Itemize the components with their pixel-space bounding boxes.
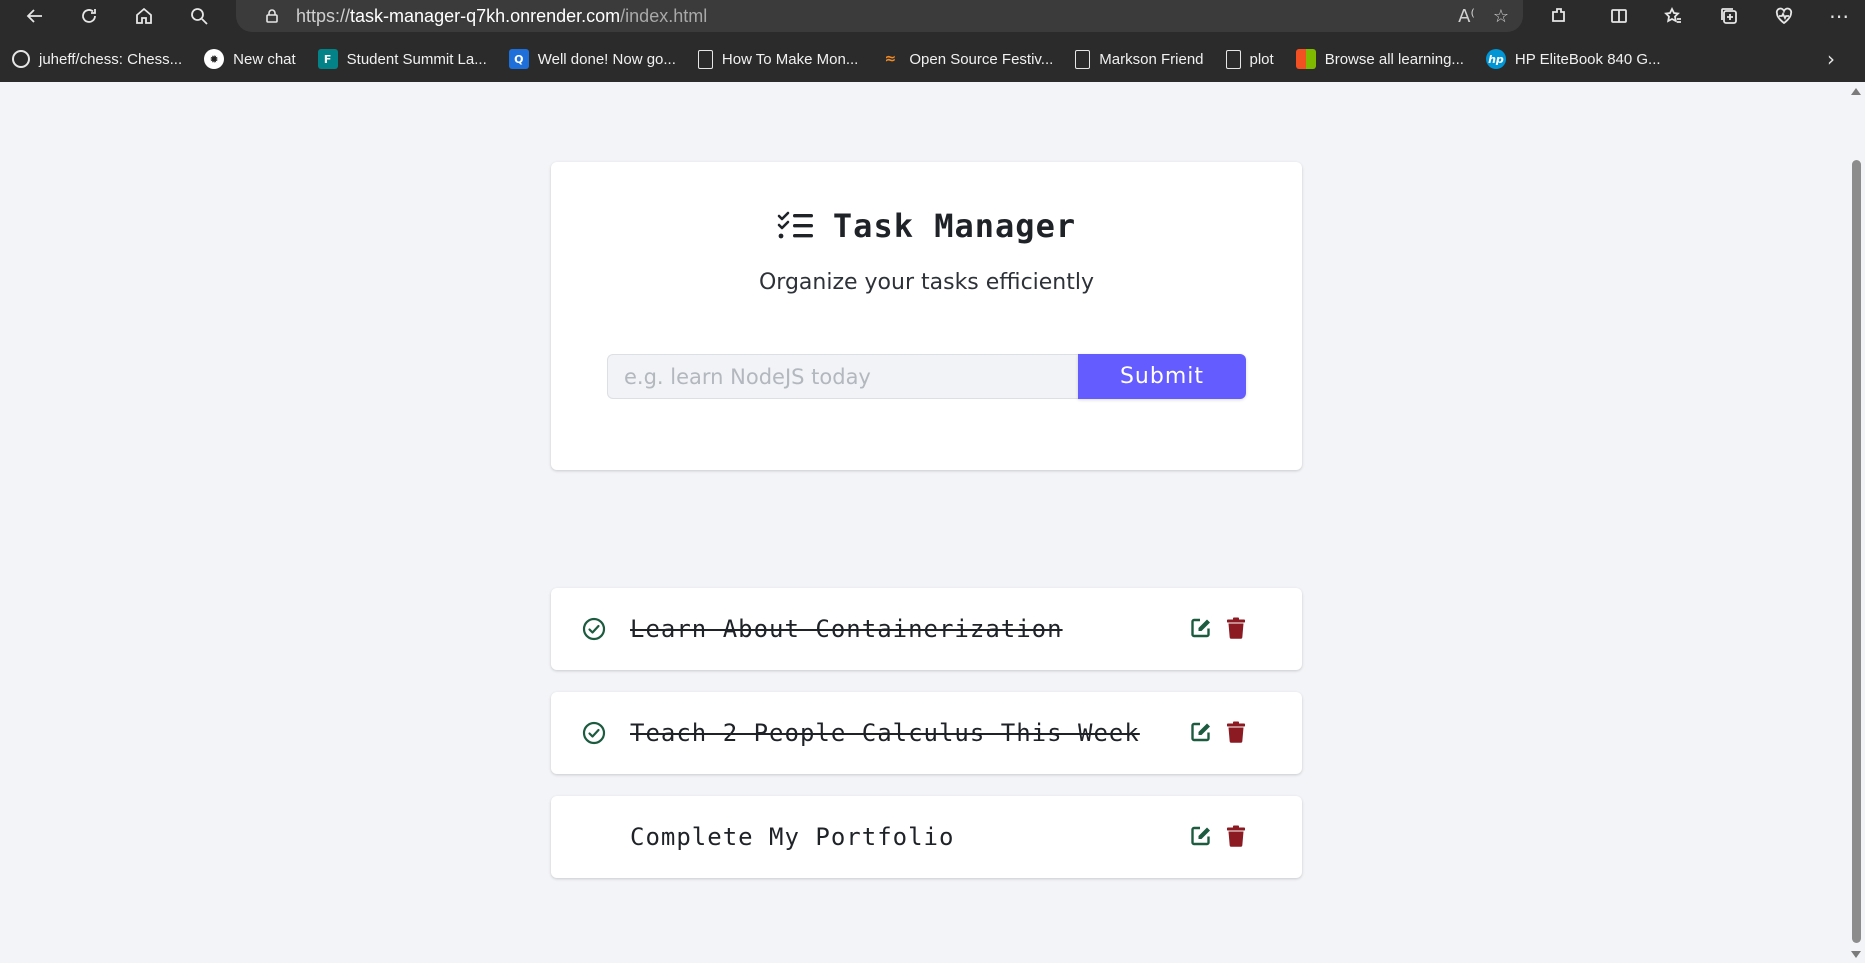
chevron-right-icon[interactable]: › bbox=[1827, 44, 1835, 74]
bookmark-label: Open Source Festiv... bbox=[909, 50, 1054, 68]
back-arrow-icon[interactable] bbox=[19, 0, 51, 32]
bookmark-label: plot bbox=[1249, 50, 1274, 68]
bookmark-label: Markson Friend bbox=[1099, 50, 1204, 68]
forms-icon: F bbox=[317, 49, 338, 69]
bookmark-label: Well done! Now go... bbox=[537, 50, 676, 68]
read-aloud-icon[interactable]: A⁽ bbox=[1458, 6, 1475, 27]
hp-icon: hp bbox=[1485, 49, 1506, 69]
url-scheme: https:// bbox=[296, 5, 351, 26]
submit-button[interactable]: Submit bbox=[1078, 354, 1246, 399]
task-input[interactable] bbox=[607, 354, 1079, 399]
bookmark-item[interactable]: F Student Summit La... bbox=[317, 44, 487, 74]
refresh-icon[interactable] bbox=[73, 0, 105, 32]
quiz-icon: Q bbox=[508, 49, 529, 69]
url-text[interactable]: https://task-manager-q7kh.onrender.com/i… bbox=[296, 6, 707, 27]
bookmark-item[interactable]: ≈ Open Source Festiv... bbox=[880, 44, 1053, 74]
bookmark-item[interactable]: How To Make Mon... bbox=[697, 44, 859, 74]
page-viewport: Task Manager Organize your tasks efficie… bbox=[6, 82, 1847, 963]
browser-essentials-icon[interactable] bbox=[1768, 0, 1800, 32]
edit-button[interactable] bbox=[1190, 721, 1212, 743]
edit-icon bbox=[1191, 826, 1210, 846]
more-menu-icon[interactable]: ⋯ bbox=[1823, 0, 1855, 32]
bookmark-item[interactable]: Markson Friend bbox=[1075, 44, 1204, 74]
delete-button[interactable] bbox=[1226, 617, 1246, 639]
edit-button[interactable] bbox=[1190, 617, 1212, 639]
vertical-scrollbar[interactable] bbox=[1847, 82, 1865, 963]
check-circle-icon[interactable] bbox=[582, 721, 606, 745]
edit-icon bbox=[1191, 618, 1210, 638]
edit-button[interactable] bbox=[1190, 825, 1212, 847]
page-icon bbox=[1225, 49, 1241, 69]
title-row: Task Manager bbox=[551, 206, 1302, 246]
url-path: /index.html bbox=[620, 5, 708, 26]
trash-icon bbox=[1227, 825, 1245, 847]
bookmark-item[interactable]: ✹ New chat bbox=[204, 44, 296, 74]
browser-toolbar: https://task-manager-q7kh.onrender.com/i… bbox=[0, 0, 1865, 32]
bookmark-label: New chat bbox=[233, 50, 296, 68]
bookmarks-bar: juheff/chess: Chess... ✹ New chat F Stud… bbox=[0, 44, 1865, 74]
edit-icon bbox=[1191, 722, 1210, 742]
page-icon bbox=[697, 49, 713, 69]
page-icon bbox=[1075, 49, 1091, 69]
openai-icon: ✹ bbox=[204, 49, 225, 69]
osf-icon: ≈ bbox=[884, 51, 897, 67]
scrollbar-thumb[interactable] bbox=[1852, 160, 1861, 943]
lock-icon[interactable] bbox=[256, 0, 288, 32]
bookmark-item[interactable]: Q Well done! Now go... bbox=[508, 44, 676, 74]
bookmark-label: juheff/chess: Chess... bbox=[39, 50, 183, 68]
home-icon[interactable] bbox=[128, 0, 160, 32]
trash-icon bbox=[1227, 721, 1245, 743]
task-name: Teach 2 People Calculus This Week bbox=[630, 719, 1140, 747]
bookmark-label: Browse all learning... bbox=[1324, 50, 1464, 68]
url-host: task-manager-q7kh.onrender.com bbox=[350, 5, 621, 26]
favorite-star-icon[interactable]: ☆ bbox=[1493, 6, 1509, 27]
page-title: Task Manager bbox=[832, 207, 1077, 245]
check-circle-icon[interactable] bbox=[582, 617, 606, 641]
task-item: Learn About Containerization bbox=[551, 588, 1302, 670]
bookmark-item[interactable]: Browse all learning... bbox=[1295, 44, 1464, 74]
checklist-icon bbox=[777, 211, 813, 239]
task-name: Complete My Portfolio bbox=[630, 823, 955, 851]
bookmark-label: Student Summit La... bbox=[346, 50, 487, 68]
bookmark-label: HP EliteBook 840 G... bbox=[1514, 50, 1661, 68]
search-icon[interactable] bbox=[183, 0, 215, 32]
delete-button[interactable] bbox=[1226, 825, 1246, 847]
scroll-up-arrow-icon[interactable] bbox=[1851, 88, 1861, 95]
delete-button[interactable] bbox=[1226, 721, 1246, 743]
address-bar[interactable]: https://task-manager-q7kh.onrender.com/i… bbox=[236, 0, 1523, 32]
bookmark-item[interactable]: hp HP EliteBook 840 G... bbox=[1485, 44, 1661, 74]
bookmark-label: How To Make Mon... bbox=[721, 50, 859, 68]
extensions-icon[interactable] bbox=[1543, 0, 1575, 32]
bookmark-item[interactable]: plot bbox=[1225, 44, 1274, 74]
task-name: Learn About Containerization bbox=[630, 615, 1063, 643]
task-item: Teach 2 People Calculus This Week bbox=[551, 692, 1302, 774]
favorites-icon[interactable] bbox=[1657, 0, 1689, 32]
trash-icon bbox=[1227, 617, 1245, 639]
microsoft-icon bbox=[1295, 49, 1316, 69]
collections-icon[interactable] bbox=[1713, 0, 1745, 32]
scroll-down-arrow-icon[interactable] bbox=[1851, 951, 1861, 958]
page-subtitle: Organize your tasks efficiently bbox=[758, 270, 1095, 295]
github-icon bbox=[12, 50, 30, 68]
task-item: Complete My Portfolio bbox=[551, 796, 1302, 878]
browser-chrome: https://task-manager-q7kh.onrender.com/i… bbox=[0, 0, 1865, 82]
bookmark-item[interactable]: juheff/chess: Chess... bbox=[12, 44, 182, 74]
task-form-card: Task Manager Organize your tasks efficie… bbox=[551, 162, 1302, 470]
split-screen-icon[interactable] bbox=[1603, 0, 1635, 32]
